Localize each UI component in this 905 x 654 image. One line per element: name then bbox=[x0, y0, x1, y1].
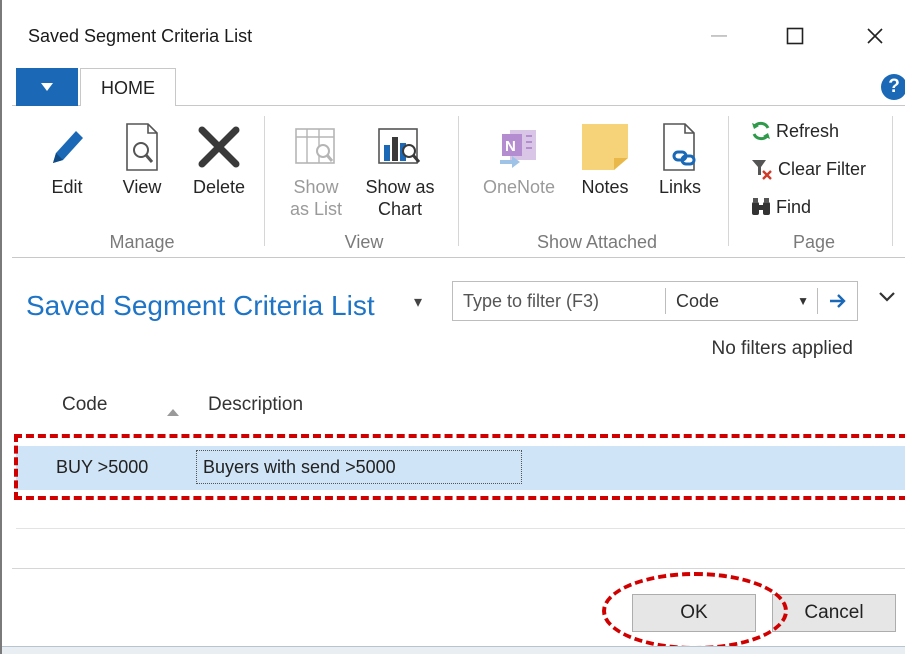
onenote-button[interactable]: N OneNote bbox=[474, 118, 564, 198]
filter-bar: Code ▼ bbox=[452, 281, 858, 321]
binoculars-icon bbox=[752, 198, 770, 215]
ribbon-tab-row: HOME ? bbox=[12, 66, 905, 107]
expand-filter-button[interactable] bbox=[878, 290, 896, 308]
cancel-button[interactable]: Cancel bbox=[772, 594, 896, 632]
dropdown-caret-icon: ▼ bbox=[797, 294, 809, 308]
table-row[interactable]: BUY >5000 Buyers with send >5000 bbox=[16, 446, 905, 490]
show-as-list-label-1: Show bbox=[293, 177, 339, 197]
refresh-icon bbox=[752, 121, 770, 141]
cell-description[interactable]: Buyers with send >5000 bbox=[196, 450, 522, 484]
show-as-list-button[interactable]: Show as List bbox=[284, 118, 348, 220]
tab-home[interactable]: HOME bbox=[80, 68, 176, 107]
show-as-chart-button[interactable]: Show as Chart bbox=[358, 118, 442, 220]
filter-input[interactable] bbox=[453, 282, 663, 320]
links-button[interactable]: Links bbox=[650, 118, 710, 198]
document-search-icon bbox=[126, 123, 158, 171]
ribbon-separator bbox=[458, 116, 459, 246]
find-label: Find bbox=[776, 196, 812, 217]
filter-field-select[interactable]: Code ▼ bbox=[665, 288, 815, 314]
filter-status: No filters applied bbox=[711, 338, 853, 359]
delete-label: Delete bbox=[192, 177, 246, 197]
view-button[interactable]: View bbox=[114, 118, 170, 198]
ribbon: Edit View Delete Manage Show as List Sho… bbox=[12, 106, 905, 258]
group-label-show-attached: Show Attached bbox=[536, 232, 658, 252]
group-label-page: Page bbox=[792, 232, 836, 252]
notes-label: Notes bbox=[581, 177, 629, 197]
close-button[interactable] bbox=[858, 20, 892, 52]
onenote-label: OneNote bbox=[482, 177, 556, 197]
ribbon-separator bbox=[264, 116, 265, 246]
page-title[interactable]: Saved Segment Criteria List bbox=[26, 290, 375, 322]
sticky-note-icon bbox=[582, 124, 628, 170]
caret-down-icon bbox=[41, 83, 53, 91]
ok-button[interactable]: OK bbox=[632, 594, 756, 632]
column-header-code[interactable]: Code bbox=[62, 394, 107, 416]
chevron-down-icon bbox=[879, 292, 895, 302]
file-menu-tab[interactable] bbox=[16, 68, 78, 106]
delete-x-icon bbox=[198, 126, 240, 168]
column-header-description[interactable]: Description bbox=[208, 394, 303, 416]
show-as-chart-label-1: Show as bbox=[365, 177, 435, 197]
clear-filter-label: Clear Filter bbox=[778, 158, 867, 179]
row-divider bbox=[16, 528, 905, 529]
help-icon[interactable]: ? bbox=[881, 74, 905, 100]
apply-filter-button[interactable] bbox=[817, 288, 857, 314]
group-label-view: View bbox=[344, 232, 384, 252]
clear-filter-button[interactable]: Clear Filter bbox=[750, 156, 866, 182]
show-as-list-label-2: as List bbox=[289, 199, 343, 219]
notes-button[interactable]: Notes bbox=[572, 118, 638, 198]
window-title: Saved Segment Criteria List bbox=[28, 26, 253, 46]
onenote-icon: N bbox=[500, 130, 536, 168]
close-icon bbox=[867, 28, 883, 44]
delete-button[interactable]: Delete bbox=[188, 118, 250, 198]
svg-text:N: N bbox=[505, 138, 516, 155]
find-button[interactable]: Find bbox=[750, 194, 811, 220]
title-bar: Saved Segment Criteria List — bbox=[12, 0, 905, 66]
group-label-manage: Manage bbox=[109, 232, 175, 252]
link-document-icon bbox=[663, 123, 696, 171]
sort-ascending-icon bbox=[166, 404, 180, 422]
minimize-button[interactable]: — bbox=[702, 20, 736, 52]
pencil-icon bbox=[53, 131, 83, 163]
show-as-chart-label-2: Chart bbox=[377, 199, 422, 219]
background-taskbar-strip bbox=[2, 646, 905, 654]
list-search-icon bbox=[295, 128, 335, 164]
edit-label: Edit bbox=[51, 177, 83, 197]
page-title-caret-icon[interactable]: ▾ bbox=[414, 292, 422, 312]
refresh-label: Refresh bbox=[776, 120, 840, 141]
dialog-window: Saved Segment Criteria List — HOME ? Edi… bbox=[0, 0, 905, 654]
chart-search-icon bbox=[378, 128, 421, 164]
refresh-button[interactable]: Refresh bbox=[750, 118, 839, 144]
links-label: Links bbox=[658, 177, 702, 197]
ribbon-separator bbox=[892, 116, 893, 246]
arrow-right-icon bbox=[829, 294, 846, 308]
cell-code[interactable]: BUY >5000 bbox=[56, 457, 148, 478]
filter-field-value: Code bbox=[676, 291, 720, 311]
maximize-icon bbox=[786, 27, 804, 45]
clear-filter-icon bbox=[752, 160, 772, 180]
maximize-button[interactable] bbox=[778, 20, 812, 52]
footer-divider bbox=[12, 568, 905, 569]
ribbon-separator bbox=[728, 116, 729, 246]
edit-button[interactable]: Edit bbox=[42, 118, 92, 198]
view-label: View bbox=[122, 177, 162, 197]
